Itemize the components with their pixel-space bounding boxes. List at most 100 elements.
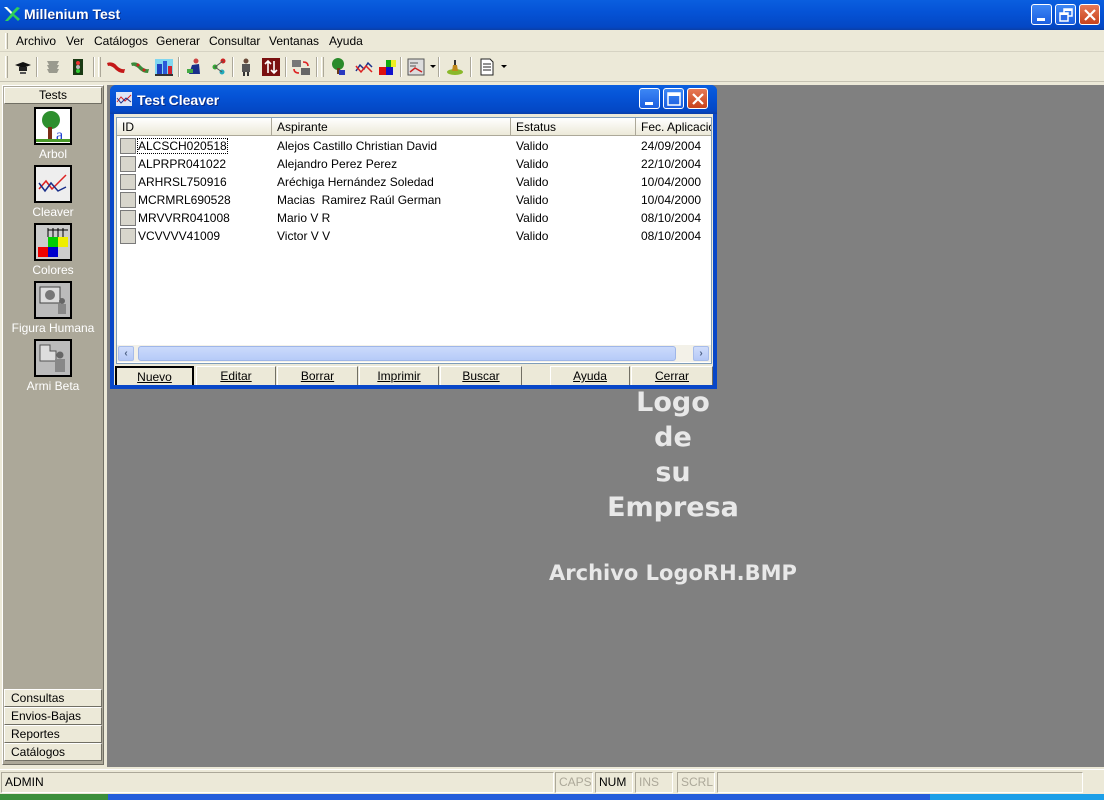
borrar-button[interactable]: Borrar (277, 366, 358, 385)
menu-catalogos[interactable]: Catálogos (94, 34, 148, 48)
buscar-button[interactable]: Buscar (440, 366, 522, 385)
column-header-estatus[interactable]: Estatus (511, 118, 636, 136)
traffic-light-off-icon[interactable] (42, 56, 64, 78)
restore-icon (1059, 8, 1073, 22)
toolbar-separator (93, 57, 95, 77)
person-reading-icon[interactable] (183, 56, 205, 78)
cell-id: MRVVRR041008 (138, 211, 230, 225)
sidebar-item-figura-humana[interactable]: Figura Humana (3, 281, 103, 335)
child-close-button[interactable] (687, 88, 708, 109)
colors-icon[interactable] (376, 56, 398, 78)
traffic-light-icon[interactable] (67, 56, 89, 78)
cell-id: ARHRSL750916 (138, 175, 227, 189)
nuevo-button[interactable]: Nuevo (115, 366, 194, 385)
imprimir-button[interactable]: Imprimir (359, 366, 439, 385)
menu-ver[interactable]: Ver (66, 34, 84, 48)
toolbar-separator (470, 57, 472, 77)
document-dropdown-arrow[interactable] (501, 65, 507, 68)
report-dropdown-arrow[interactable] (430, 65, 436, 68)
toolbar-separator (178, 57, 180, 77)
sidebar-group-catalogos[interactable]: Catálogos (4, 743, 102, 761)
scroll-left-button[interactable]: ‹ (118, 346, 134, 361)
editar-button[interactable]: Editar (196, 366, 276, 385)
maximize-icon (667, 92, 681, 106)
child-title-bar[interactable]: Test Cleaver (110, 85, 717, 114)
map-green-icon[interactable] (129, 56, 151, 78)
person-icon[interactable] (235, 56, 257, 78)
column-header-aspirante[interactable]: Aspirante (272, 118, 511, 136)
sidebar-item-cleaver[interactable]: Cleaver (3, 165, 103, 219)
table-row[interactable]: MCRMRL690528 Macias Ramirez Raúl German … (117, 191, 711, 209)
sidebar-group-consultas[interactable]: Consultas (4, 689, 102, 707)
button-label: Imprimir (377, 369, 421, 383)
menu-generar[interactable]: Generar (156, 34, 200, 48)
toolbar-separator (285, 57, 287, 77)
cell-id: VCVVVV41009 (138, 229, 221, 243)
sidebar-group-envios-bajas[interactable]: Envios-Bajas (4, 707, 102, 725)
table-row[interactable]: ALPRPR041022 Alejandro Perez Perez Valid… (117, 155, 711, 173)
horizontal-scrollbar[interactable]: ‹ › (117, 345, 711, 362)
table-row[interactable]: MRVVRR041008 Mario V R Valido 08/10/2004 (117, 209, 711, 227)
child-maximize-button[interactable] (663, 88, 684, 109)
document-icon[interactable] (476, 56, 498, 78)
cerrar-button[interactable]: Cerrar (631, 366, 713, 385)
network-people-icon[interactable] (208, 56, 230, 78)
menu-ayuda[interactable]: Ayuda (329, 34, 363, 48)
graduation-cap-icon[interactable] (12, 56, 34, 78)
ayuda-button[interactable]: Ayuda (550, 366, 630, 385)
cell-estatus: Valido (516, 139, 549, 153)
sidebar-item-arbol[interactable]: a Arbol (3, 107, 103, 161)
status-num: NUM (595, 772, 633, 793)
logo-file-note: Archivo LogoRH.BMP (549, 561, 797, 585)
minimize-icon (645, 102, 653, 105)
toolbar-grip[interactable] (321, 57, 324, 77)
buildings-icon[interactable] (153, 56, 175, 78)
menu-archivo[interactable]: Archivo (16, 34, 56, 48)
table-row[interactable]: ARHRSL750916 Aréchiga Hernández Soledad … (117, 173, 711, 191)
aspirants-list[interactable]: ID Aspirante Estatus Fec. Aplicacion ALC… (116, 117, 712, 364)
cell-estatus: Valido (516, 175, 549, 189)
cell-fecha: 10/04/2000 (641, 175, 702, 189)
child-window-body: ID Aspirante Estatus Fec. Aplicacion ALC… (114, 114, 713, 385)
toolbar-separator (36, 57, 38, 77)
scroll-right-button[interactable]: › (693, 346, 709, 361)
tree-icon[interactable] (328, 56, 350, 78)
minimize-button[interactable] (1031, 4, 1052, 25)
menubar-grip[interactable] (5, 33, 8, 49)
scroll-thumb[interactable] (138, 346, 676, 361)
report-icon[interactable] (405, 56, 427, 78)
menu-ventanas[interactable]: Ventanas (269, 34, 319, 48)
sidebar-group-reportes[interactable]: Reportes (4, 725, 102, 743)
title-bar[interactable]: Millenium Test (0, 0, 1104, 30)
close-button[interactable] (1079, 4, 1100, 25)
toolbar-grip[interactable] (98, 57, 101, 77)
sidebar-item-label: Cleaver (32, 205, 74, 219)
button-label: Nuevo (137, 370, 172, 384)
map-red-icon[interactable] (105, 56, 127, 78)
sidebar-item-armi-beta[interactable]: Armi Beta (3, 339, 103, 393)
folder-exchange-icon[interactable] (290, 56, 312, 78)
sort-arrows-icon[interactable] (260, 56, 282, 78)
toolbar-grip[interactable] (5, 56, 8, 78)
column-header-id[interactable]: ID (117, 118, 272, 136)
column-header-fecha[interactable]: Fec. Aplicacion (636, 118, 711, 136)
child-button-bar: Nuevo Editar Borrar Imprimir Buscar Ayud… (114, 365, 713, 385)
close-icon (1084, 9, 1096, 21)
menu-consultar[interactable]: Consultar (209, 34, 260, 48)
taskbar-edge (0, 794, 1104, 800)
chart-icon[interactable] (353, 56, 375, 78)
restore-button[interactable] (1055, 4, 1076, 25)
bell-icon[interactable] (444, 56, 466, 78)
cell-fecha: 08/10/2004 (641, 211, 702, 225)
table-row[interactable]: ALCSCH020518 Alejos Castillo Christian D… (117, 137, 711, 155)
chart-row-icon (120, 210, 136, 226)
sidebar-item-colores[interactable]: Colores (3, 223, 103, 277)
cell-aspirante: Alejos Castillo Christian David (277, 139, 438, 153)
sidebar: Tests a Arbol Cleaver Colores Figura Hum… (2, 85, 104, 765)
minimize-icon (1037, 18, 1045, 21)
sidebar-group-tests[interactable]: Tests (4, 87, 102, 104)
table-row[interactable]: VCVVVV41009 Victor V V Valido 08/10/2004 (117, 227, 711, 245)
sidebar-item-label: Colores (32, 263, 74, 277)
cell-fecha: 22/10/2004 (641, 157, 702, 171)
child-minimize-button[interactable] (639, 88, 660, 109)
